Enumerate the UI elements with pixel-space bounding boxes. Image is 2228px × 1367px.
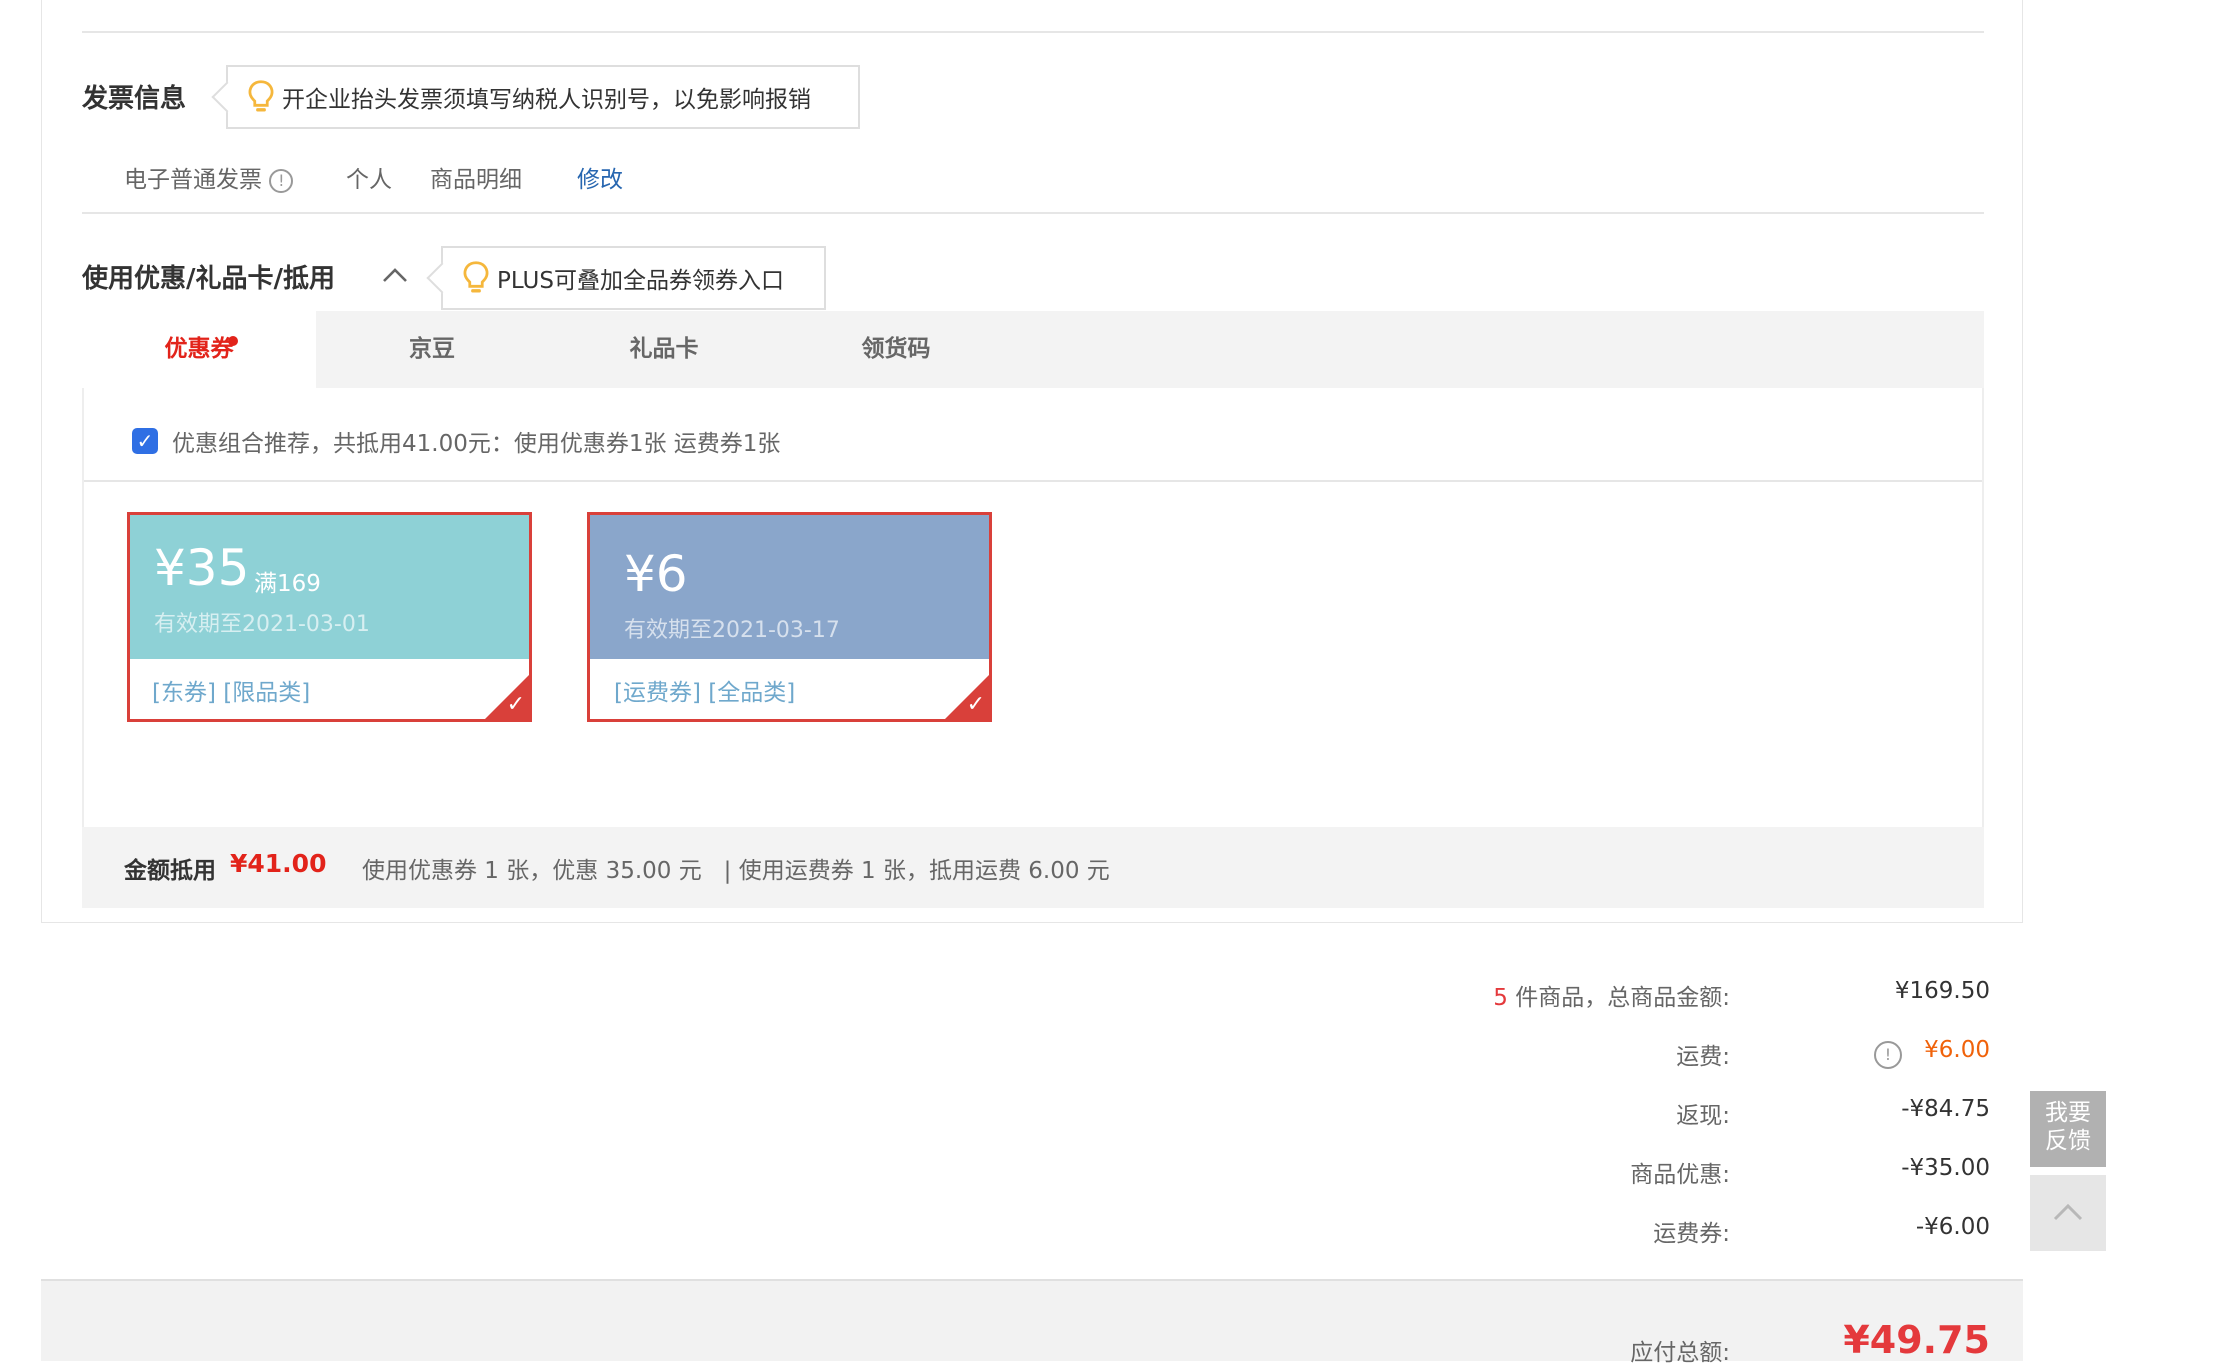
discount-title: 使用优惠/礼品卡/抵用: [82, 264, 335, 294]
lightbulb-icon: [248, 80, 274, 112]
invoice-tip: 开企业抬头发票须填写纳税人识别号，以免影响报销: [211, 65, 860, 129]
coupon-expiry: 有效期至2021-03-01: [154, 612, 370, 637]
coupon-tags: [东券] [限品类]: [152, 680, 311, 706]
feedback-line2: 反馈: [2045, 1128, 2091, 1154]
divider-invoice: [82, 212, 1984, 214]
tab-coupon-label: 优惠券: [164, 336, 234, 362]
divider-top: [82, 31, 1984, 33]
invoice-title-type: 个人: [346, 167, 392, 193]
chevron-up-icon[interactable]: [380, 264, 410, 286]
shipping-coupon-label: 运费券:: [1653, 1221, 1730, 1247]
payable-value: ¥49.75: [1843, 1318, 1990, 1362]
check-icon: ✓: [966, 692, 985, 717]
feedback-button[interactable]: 我要 反馈: [2030, 1091, 2106, 1167]
goods-total-value: ¥169.50: [1894, 978, 1990, 1004]
invoice-edit-link[interactable]: 修改: [577, 160, 623, 194]
invoice-content: 商品明细: [430, 167, 522, 193]
lightbulb-icon: [463, 261, 489, 293]
invoice-type: 电子普通发票 !: [124, 160, 294, 194]
invoice-tip-text: 开企业抬头发票须填写纳税人识别号，以免影响报销: [282, 87, 811, 113]
tab-giftcard[interactable]: 礼品卡: [548, 311, 780, 388]
coupon-card[interactable]: ¥35 满169 有效期至2021-03-01 [东券] [限品类] ✓: [127, 512, 532, 722]
coupon-tags: [运费券] [全品类]: [614, 680, 796, 706]
divider-combo: [84, 480, 1982, 482]
feedback-line1: 我要: [2045, 1100, 2091, 1126]
deduction-amount: ¥41.00: [230, 849, 327, 878]
coupon-amount: ¥6: [624, 545, 688, 603]
cashback-value: -¥84.75: [1901, 1096, 1990, 1122]
combo-checkbox[interactable]: ✓: [132, 428, 158, 454]
info-icon[interactable]: !: [1874, 1041, 1902, 1069]
chevron-up-icon: [2053, 1203, 2083, 1221]
item-count-label: 件商品，总商品金额:: [1507, 985, 1730, 1011]
goods-total-label: 5 件商品，总商品金额:: [1400, 978, 1730, 1012]
coupon-expiry: 有效期至2021-03-17: [624, 618, 840, 643]
deduction-label: 金额抵用: [124, 858, 216, 884]
back-to-top-button[interactable]: [2030, 1175, 2106, 1251]
shipping-label: 运费:: [1676, 1044, 1730, 1070]
tab-jingdou[interactable]: 京豆: [316, 311, 548, 388]
shipping-value: ¥6.00: [1924, 1037, 1990, 1063]
payable-label: 应付总额:: [1630, 1340, 1730, 1366]
invoice-title: 发票信息: [82, 84, 187, 114]
coupon-card[interactable]: ¥6 有效期至2021-03-17 [运费券] [全品类] ✓: [587, 512, 992, 722]
check-icon: ✓: [506, 692, 525, 717]
combo-text: 优惠组合推荐，共抵用41.00元：使用优惠券1张 运费券1张: [172, 431, 781, 457]
new-badge-dot: [228, 336, 238, 346]
shipping-coupon-value: -¥6.00: [1915, 1214, 1990, 1240]
tab-coupon[interactable]: 优惠券: [82, 311, 316, 388]
coupon-amount: ¥35: [154, 539, 250, 597]
discount-tip-text: PLUS可叠加全品券领券入口: [497, 268, 784, 294]
discount-tip: PLUS可叠加全品券领券入口: [426, 246, 826, 310]
coupon-condition: 满169: [254, 571, 321, 597]
deduction-detail: 使用优惠券 1 张，优惠 35.00 元 | 使用运费券 1 张，抵用运费 6.…: [362, 858, 1110, 884]
cashback-label: 返现:: [1676, 1103, 1730, 1129]
tab-redeem-code[interactable]: 领货码: [780, 311, 1012, 388]
combo-recommendation: ✓ 优惠组合推荐，共抵用41.00元：使用优惠券1张 运费券1张: [132, 424, 780, 458]
item-count: 5: [1493, 985, 1508, 1011]
invoice-type-label: 电子普通发票: [124, 167, 262, 193]
discount-tabs: 优惠券 京豆 礼品卡 领货码: [82, 311, 1984, 388]
goods-discount-label: 商品优惠:: [1630, 1162, 1730, 1188]
info-icon[interactable]: !: [269, 168, 294, 193]
goods-discount-value: -¥35.00: [1901, 1155, 1990, 1181]
